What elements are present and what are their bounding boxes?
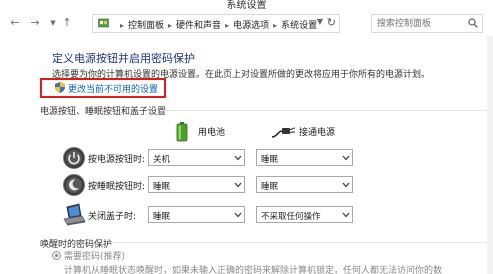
- laptop-lid-icon: [63, 203, 86, 226]
- breadcrumb: ▸ 控制面板 ▸ 硬件和声音 ▸ 电源选项 ▸ 系统设置: [120, 21, 318, 31]
- require-password-label[interactable]: 需要密码(推荐): [64, 249, 125, 262]
- ac-label: 接通电源: [299, 128, 336, 138]
- breadcrumb-item[interactable]: 控制面板: [128, 21, 164, 31]
- search-icon[interactable]: [468, 18, 478, 28]
- power-button-ac-select[interactable]: 睡眠: [256, 149, 353, 166]
- chevron-down-icon[interactable]: ▼: [46, 16, 60, 30]
- address-bar[interactable]: ▸ 控制面板 ▸ 硬件和声音 ▸ 电源选项 ▸ 系统设置 ▼ ↻: [92, 14, 340, 33]
- lid-close-row: 关闭盖子时: 睡眠 不采取任何操作: [60, 203, 360, 227]
- require-password-radio[interactable]: [52, 251, 61, 260]
- chevron-down-icon: [234, 182, 242, 188]
- main-content: 定义电源按钮并启用密码保护 选择要为你的计算机设置的电源设置。在此页上对设置所做…: [0, 36, 493, 274]
- power-button-icon: [63, 147, 85, 169]
- navigation-toolbar: ← → ▼ ↑ ▸ 控制面板 ▸ 硬件和声音 ▸ 电源选项 ▸ 系统设置 ▼ ↻: [0, 10, 493, 36]
- vertical-scrollbar[interactable]: [487, 36, 493, 274]
- select-value: 睡眠: [261, 155, 279, 165]
- sleep-button-icon: [63, 174, 85, 196]
- battery-icon: [176, 122, 188, 142]
- back-arrow-icon[interactable]: ←: [8, 16, 22, 30]
- sleep-button-ac-select[interactable]: 睡眠: [256, 176, 353, 193]
- sleep-button-label: 按睡眠按钮时:: [88, 182, 146, 192]
- power-button-label: 按电源按钮时:: [88, 155, 146, 165]
- section-divider: [160, 110, 493, 111]
- lid-close-label: 关闭盖子时:: [88, 212, 137, 222]
- breadcrumb-item[interactable]: 硬件和声音: [176, 21, 221, 31]
- uac-shield-icon: [55, 82, 65, 93]
- breadcrumb-item[interactable]: 电源选项: [233, 21, 269, 31]
- select-value: 睡眠: [153, 212, 171, 222]
- change-settings-label[interactable]: 更改当前不可用的设置: [68, 82, 158, 95]
- select-value: 睡眠: [261, 182, 279, 192]
- power-button-battery-select[interactable]: 关机: [148, 149, 245, 166]
- title-bar: 系统设置: [0, 0, 493, 11]
- chevron-down-icon: [234, 212, 242, 218]
- sleep-button-battery-select[interactable]: 睡眠: [148, 176, 245, 193]
- select-value: 关机: [153, 155, 171, 165]
- select-value: 不采取任何操作: [261, 212, 321, 222]
- search-input[interactable]: [372, 15, 468, 32]
- lid-close-battery-select[interactable]: 睡眠: [148, 206, 245, 223]
- chevron-down-icon: [342, 212, 350, 218]
- control-panel-icon: [98, 18, 109, 28]
- refresh-icon[interactable]: ↻: [327, 16, 336, 29]
- require-password-description: 计算机从睡眠状态唤醒时，如果未输入正确的密码来解除计算机锁定，任何人都无法访问你…: [64, 266, 443, 274]
- lid-close-ac-select[interactable]: 不采取任何操作: [256, 206, 353, 223]
- address-dropdown-icon[interactable]: ▼: [317, 17, 323, 26]
- battery-label: 用电池: [198, 128, 226, 138]
- forward-arrow-icon[interactable]: →: [28, 16, 42, 30]
- up-arrow-icon[interactable]: ↑: [60, 16, 74, 30]
- section-divider: [108, 242, 493, 243]
- search-box[interactable]: [371, 14, 483, 33]
- power-plug-icon: [272, 127, 296, 138]
- chevron-down-icon: [342, 182, 350, 188]
- sleep-button-row: 按睡眠按钮时: 睡眠 睡眠: [60, 173, 360, 197]
- page-title: 定义电源按钮并启用密码保护: [52, 52, 195, 65]
- chevron-down-icon: [234, 155, 242, 161]
- breadcrumb-item[interactable]: 系统设置: [281, 21, 317, 31]
- power-button-row: 按电源按钮时: 关机 睡眠: [60, 146, 360, 170]
- chevron-down-icon: [342, 155, 350, 161]
- section-title: 电源按钮、睡眠按钮和盖子设置: [40, 107, 167, 117]
- select-value: 睡眠: [153, 182, 171, 192]
